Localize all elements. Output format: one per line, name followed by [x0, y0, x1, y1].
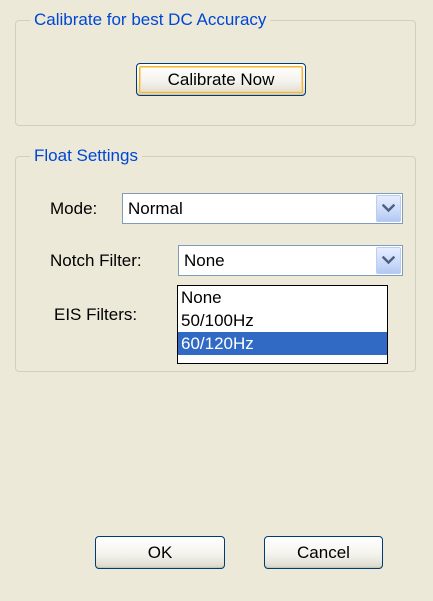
dialog-window: { "calibrate_group": { "title": "Calibra… [0, 0, 433, 601]
chevron-down-icon [382, 204, 395, 213]
mode-select-dropdown-button[interactable] [376, 195, 401, 222]
float-settings-group-title: Float Settings [30, 145, 142, 167]
calibrate-now-button[interactable]: Calibrate Now [136, 63, 306, 96]
calibrate-groupbox: Calibrate for best DC Accuracy Calibrate… [15, 9, 416, 126]
notch-filter-dropdown-list: None 50/100Hz 60/120Hz [177, 285, 388, 364]
mode-select-value: Normal [128, 199, 183, 218]
dropdown-option-50-100hz[interactable]: 50/100Hz [178, 309, 387, 332]
notch-filter-select-value: None [184, 251, 225, 270]
ok-button[interactable]: OK [95, 536, 225, 569]
notch-filter-dropdown-button[interactable] [376, 247, 401, 274]
chevron-down-icon [382, 256, 395, 265]
eis-filters-label: EIS Filters: [54, 305, 138, 324]
notch-filter-select[interactable]: None [178, 245, 403, 276]
cancel-button[interactable]: Cancel [264, 536, 383, 569]
ok-label: OK [147, 542, 173, 562]
cancel-label: Cancel [297, 542, 350, 562]
dropdown-option-none[interactable]: None [178, 286, 387, 309]
calibrate-group-title: Calibrate for best DC Accuracy [30, 9, 271, 31]
notch-filter-label: Notch Filter: [50, 251, 142, 270]
mode-label: Mode: [50, 199, 98, 218]
dropdown-option-60-120hz[interactable]: 60/120Hz [178, 332, 387, 355]
calibrate-now-label: Calibrate Now [167, 69, 275, 89]
mode-select[interactable]: Normal [122, 193, 403, 224]
